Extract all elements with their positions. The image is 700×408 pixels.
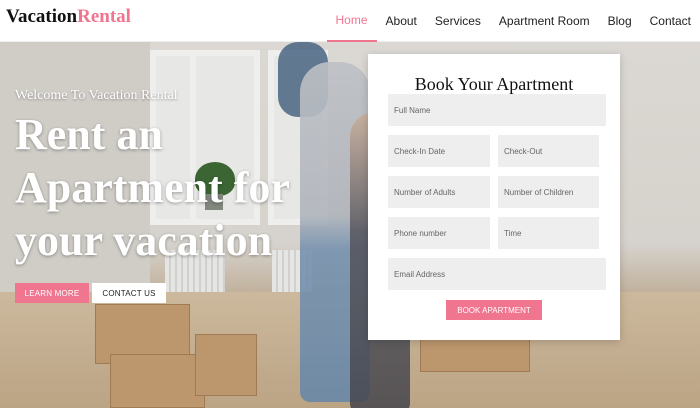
- check-in-date-input[interactable]: [388, 135, 490, 167]
- hero-headline: Rent an Apartment for your vacation: [15, 110, 290, 265]
- book-apartment-button[interactable]: BOOK APARTMENT: [446, 300, 542, 320]
- nav-services[interactable]: Services: [426, 0, 490, 42]
- check-out-input[interactable]: [498, 135, 599, 167]
- children-input[interactable]: [498, 176, 599, 208]
- phone-input[interactable]: [388, 217, 490, 249]
- contact-us-button[interactable]: CONTACT US: [92, 283, 166, 303]
- learn-more-button[interactable]: LEARN MORE: [15, 283, 89, 303]
- time-input[interactable]: [498, 217, 599, 249]
- booking-form: Book Your Apartment BOOK APARTMENT: [368, 54, 620, 340]
- booking-title: Book Your Apartment: [414, 74, 574, 94]
- adults-input[interactable]: [388, 176, 490, 208]
- nav-about[interactable]: About: [377, 0, 426, 42]
- nav-contact[interactable]: Contact: [641, 0, 700, 42]
- site-header: VacationRental Home About Services Apart…: [0, 0, 700, 42]
- nav-home[interactable]: Home: [326, 0, 377, 42]
- full-name-input[interactable]: [388, 94, 606, 126]
- nav-apartment-room[interactable]: Apartment Room: [490, 0, 599, 42]
- nav-blog[interactable]: Blog: [599, 0, 641, 42]
- welcome-text: Welcome To Vacation Rental: [15, 88, 178, 103]
- main-nav: Home About Services Apartment Room Blog …: [326, 0, 700, 42]
- logo[interactable]: VacationRental: [6, 6, 131, 28]
- logo-text-rental: Rental: [77, 6, 131, 27]
- email-input[interactable]: [388, 258, 606, 290]
- logo-text-vacation: Vacation: [6, 6, 78, 27]
